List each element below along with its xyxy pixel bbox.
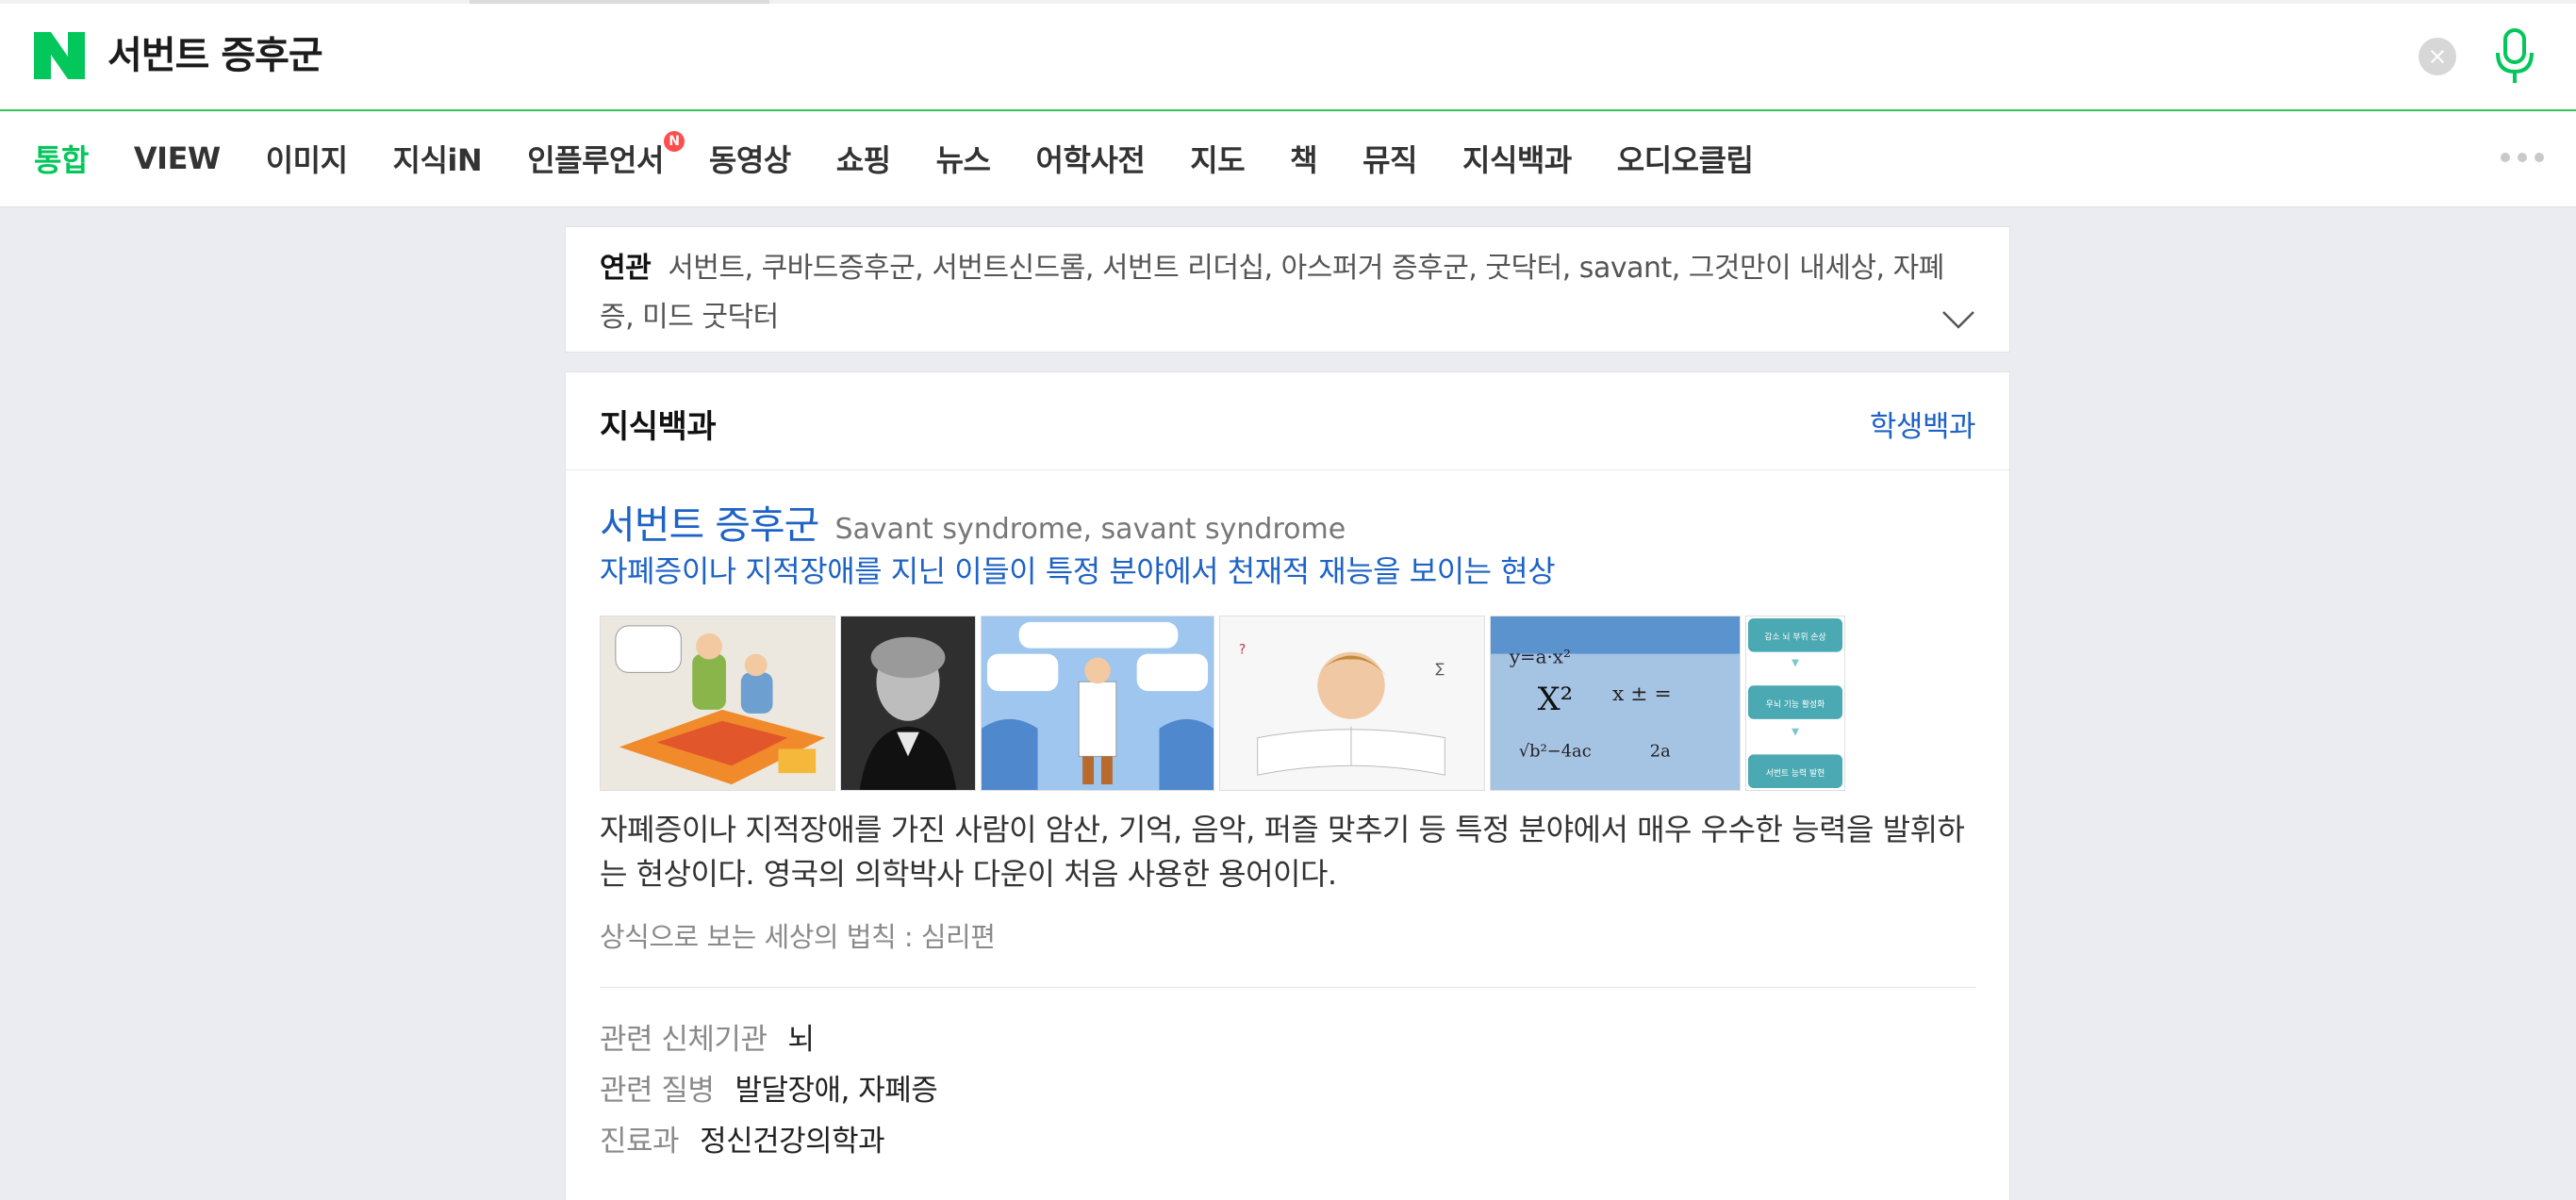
related-searches-text[interactable]: 연관 서번트, 쿠바드증후군, 서번트신드롬, 서번트 리더십, 아스퍼거 증후군… (600, 244, 1957, 342)
entry-title[interactable]: 서번트 증후군 Savant syndrome, savant syndrome (600, 493, 1346, 550)
svg-text:√b²−4ac: √b²−4ac (1519, 741, 1592, 761)
tab-audioclip[interactable]: 오디오클립 (1617, 137, 1754, 180)
thumbnail-flowchart[interactable]: 감소 뇌 부위 손상 우뇌 기능 활성화 서번트 능력 발현 (1745, 616, 1845, 791)
tab-dictionary[interactable]: 어학사전 (1036, 137, 1146, 180)
flow-step-3: 서번트 능력 발현 (1766, 767, 1825, 779)
entry-description: 자폐증이나 지적장애를 가진 사람이 암산, 기억, 음악, 퍼즐 맞추기 등 … (600, 812, 1965, 892)
entry-title-en: Savant syndrome, savant syndrome (834, 513, 1346, 546)
svg-text:2a: 2a (1650, 741, 1671, 761)
info-row-disease: 관련 질병 발달장애, 자폐증 (600, 1066, 938, 1109)
svg-text:y=a·x²: y=a·x² (1509, 646, 1571, 667)
tab-book[interactable]: 책 (1290, 137, 1317, 180)
info-key: 관련 신체기관 (600, 1023, 768, 1057)
related-keywords[interactable]: 서번트, 쿠바드증후군, 서번트신드롬, 서번트 리더십, 아스퍼거 증후군, … (600, 252, 1944, 334)
tab-view[interactable]: VIEW (134, 140, 221, 176)
info-row-organ: 관련 신체기관 뇌 (600, 1015, 815, 1058)
tab-music[interactable]: 뮤직 (1362, 137, 1417, 180)
chevron-down-icon[interactable] (1941, 308, 1975, 331)
info-key: 관련 질병 (600, 1074, 715, 1108)
svg-text:∑: ∑ (1435, 661, 1445, 676)
tab-integrated[interactable]: 통합 (34, 137, 89, 180)
tab-influencer[interactable]: 인플루언서 N (527, 131, 685, 180)
student-encyclopedia-link[interactable]: 학생백과 (1870, 403, 1976, 445)
related-searches-card: 연관 서번트, 쿠바드증후군, 서번트신드롬, 서번트 리더십, 아스퍼거 증후군… (565, 226, 2010, 353)
search-tabs-bar: 통합 VIEW 이미지 지식iN 인플루언서 N 동영상 쇼핑 뉴스 어학사전 지… (0, 111, 2576, 207)
tab-news[interactable]: 뉴스 (936, 137, 991, 180)
tab-video[interactable]: 동영상 (709, 137, 791, 180)
tab-kin[interactable]: 지식iN (393, 137, 483, 180)
entry-source[interactable]: 상식으로 보는 세상의 법칙 : 심리편 (600, 915, 996, 955)
section-title: 지식백과 (600, 408, 717, 446)
naver-logo-icon[interactable] (34, 32, 85, 79)
flow-step-1: 감소 뇌 부위 손상 (1764, 632, 1825, 643)
tab-map[interactable]: 지도 (1190, 137, 1245, 180)
clear-icon[interactable] (2419, 38, 2456, 75)
search-header: 서번트 증후군 (0, 0, 2576, 111)
info-value[interactable]: 정신건강의학과 (700, 1125, 885, 1159)
info-row-department: 진료과 정신건강의학과 (600, 1117, 885, 1159)
flow-step-2: 우뇌 기능 활성화 (1766, 699, 1825, 710)
thumbnail-doctor[interactable] (981, 616, 1214, 791)
thumbnail-boy-reading[interactable]: ? ∑ (1219, 616, 1485, 791)
encyclopedia-header: 지식백과 학생백과 (566, 372, 2009, 470)
info-key: 진료과 (600, 1125, 680, 1159)
encyclopedia-card: 지식백과 학생백과 서번트 증후군 Savant syndrome, savan… (565, 371, 2010, 1200)
new-badge-icon: N (663, 131, 685, 152)
info-value[interactable]: 뇌 (787, 1023, 815, 1057)
mic-icon[interactable] (2489, 28, 2540, 85)
tab-image[interactable]: 이미지 (266, 137, 348, 180)
thumbnail-portrait[interactable] (840, 616, 976, 791)
entry-title-ko[interactable]: 서번트 증후군 (600, 502, 819, 548)
related-label: 연관 (600, 252, 652, 285)
svg-text:?: ? (1239, 643, 1246, 658)
loading-bar (0, 0, 2576, 4)
tab-shopping[interactable]: 쇼핑 (836, 137, 891, 180)
svg-text:X²: X² (1538, 681, 1574, 717)
tab-encyclopedia[interactable]: 지식백과 (1462, 137, 1572, 180)
entry-subtitle[interactable]: 자폐증이나 지적장애를 지닌 이들이 특정 분야에서 천재적 재능을 보이는 현… (600, 548, 1556, 591)
divider (600, 987, 1976, 988)
info-value[interactable]: 발달장애, 자폐증 (735, 1074, 937, 1108)
more-icon[interactable] (2501, 153, 2544, 162)
thumbnail-math[interactable]: y=a·x² X² x ± = √b²−4ac 2a (1490, 616, 1741, 791)
search-tabs: 통합 VIEW 이미지 지식iN 인플루언서 N 동영상 쇼핑 뉴스 어학사전 지… (34, 111, 1798, 205)
thumbnail-puzzle[interactable] (600, 616, 835, 791)
search-input[interactable]: 서번트 증후군 (107, 28, 323, 83)
svg-text:x ± =: x ± = (1612, 682, 1672, 706)
